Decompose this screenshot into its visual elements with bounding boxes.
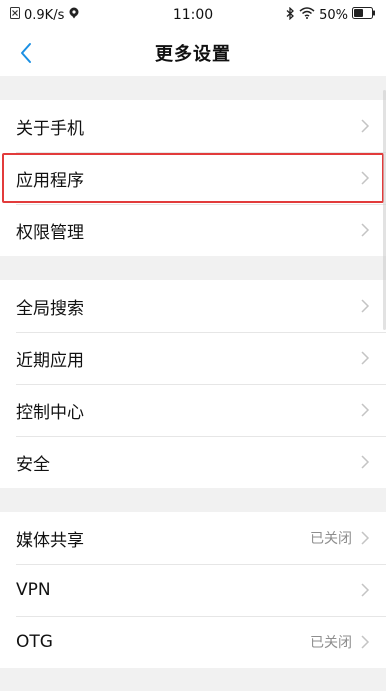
chevron-right-icon — [361, 119, 370, 133]
navigation-header: 更多设置 — [0, 30, 386, 76]
menu-item-media-sharing[interactable]: 媒体共享 已关闭 — [0, 512, 386, 564]
battery-percent: 50% — [319, 7, 348, 23]
chevron-right-icon — [361, 403, 370, 417]
settings-group-1: 关于手机 应用程序 权限管理 — [0, 100, 386, 256]
battery-icon — [352, 7, 376, 23]
menu-item-label: 应用程序 — [16, 170, 84, 191]
menu-item-label: OTG — [16, 632, 53, 652]
chevron-right-icon — [361, 351, 370, 365]
chevron-right-icon — [361, 531, 370, 545]
menu-item-security[interactable]: 安全 — [0, 436, 386, 488]
page-title: 更多设置 — [155, 44, 231, 65]
status-bar: 0.9K/s 11:00 50% — [0, 0, 386, 30]
no-sim-icon — [10, 7, 20, 23]
status-left: 0.9K/s — [10, 7, 80, 23]
chevron-right-icon — [361, 223, 370, 237]
section-gap — [0, 76, 386, 100]
menu-item-label: 近期应用 — [16, 350, 84, 371]
menu-item-label: VPN — [16, 580, 51, 600]
menu-item-status: 已关闭 — [310, 531, 352, 547]
settings-group-3: 媒体共享 已关闭 VPN OTG 已关闭 — [0, 512, 386, 668]
menu-item-label: 媒体共享 — [16, 530, 84, 551]
status-right: 50% — [286, 6, 376, 24]
menu-item-permission-management[interactable]: 权限管理 — [0, 204, 386, 256]
menu-item-applications[interactable]: 应用程序 — [0, 152, 386, 204]
menu-item-about-phone[interactable]: 关于手机 — [0, 100, 386, 152]
chevron-right-icon — [361, 171, 370, 185]
wifi-icon — [299, 7, 315, 23]
section-gap — [0, 256, 386, 280]
chevron-right-icon — [361, 455, 370, 469]
menu-item-global-search[interactable]: 全局搜索 — [0, 280, 386, 332]
menu-item-status: 已关闭 — [310, 635, 352, 651]
menu-item-vpn[interactable]: VPN — [0, 564, 386, 616]
menu-item-label: 安全 — [16, 454, 50, 475]
menu-item-label: 全局搜索 — [16, 298, 84, 319]
chevron-right-icon — [361, 583, 370, 597]
menu-item-control-center[interactable]: 控制中心 — [0, 384, 386, 436]
chevron-right-icon — [361, 299, 370, 313]
menu-item-label: 权限管理 — [16, 222, 84, 243]
menu-item-recent-apps[interactable]: 近期应用 — [0, 332, 386, 384]
menu-item-otg[interactable]: OTG 已关闭 — [0, 616, 386, 668]
chevron-right-icon — [361, 635, 370, 649]
section-gap — [0, 488, 386, 512]
screen: 0.9K/s 11:00 50% 更多设置 关于手机 应用程序 权限管理 全局搜… — [0, 0, 386, 691]
menu-item-label: 控制中心 — [16, 402, 84, 423]
settings-group-2: 全局搜索 近期应用 控制中心 安全 — [0, 280, 386, 488]
bluetooth-icon — [286, 6, 295, 24]
menu-item-label: 关于手机 — [16, 118, 84, 139]
location-pin-icon — [68, 7, 80, 23]
network-speed: 0.9K/s — [24, 7, 65, 23]
